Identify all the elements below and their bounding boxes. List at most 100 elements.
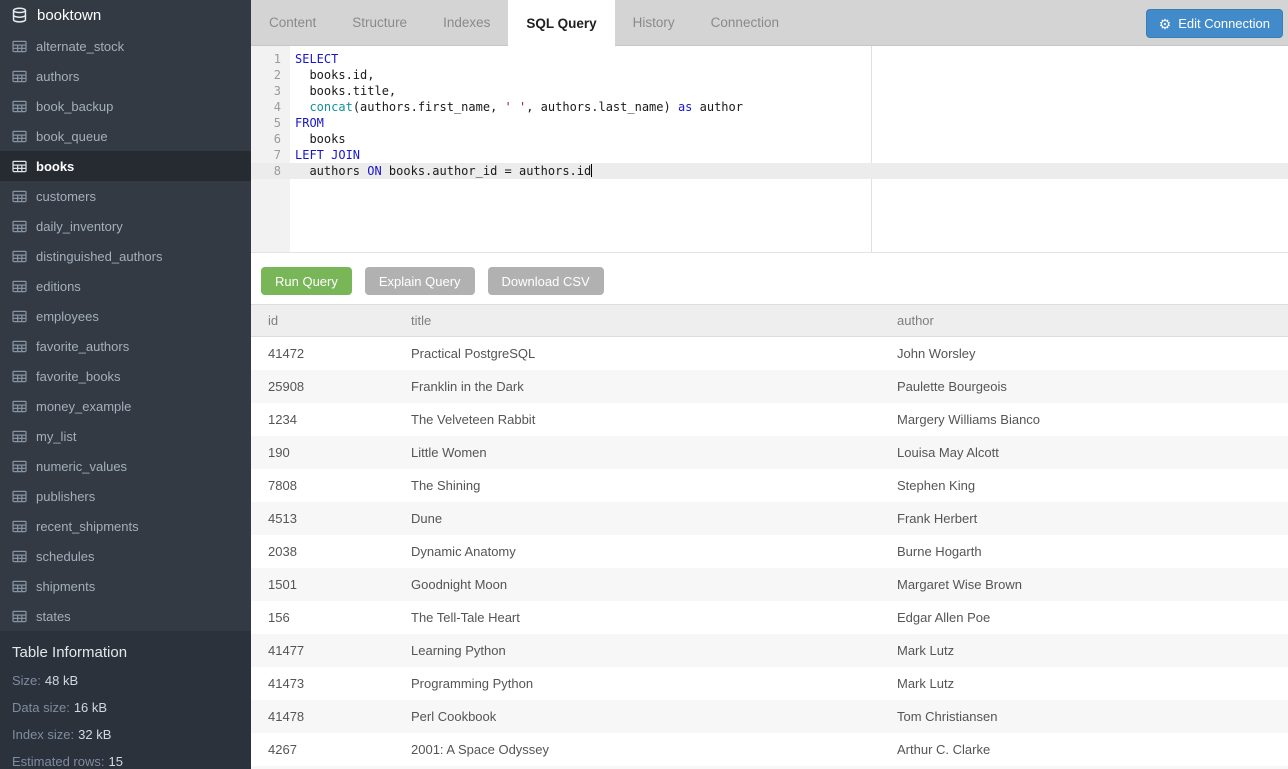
code-line[interactable]: 5FROM xyxy=(251,115,1288,131)
action-button[interactable]: Explain Query xyxy=(365,267,475,295)
action-button[interactable]: Run Query xyxy=(261,267,352,295)
table-icon xyxy=(12,70,27,83)
code-line[interactable]: 8 authors ON books.author_id = authors.i… xyxy=(251,163,1288,179)
cell-author: John Worsley xyxy=(880,346,1288,361)
sidebar-table-item[interactable]: states xyxy=(0,601,251,631)
cell-title: Dune xyxy=(394,511,880,526)
sidebar-table-item[interactable]: customers xyxy=(0,181,251,211)
table-row[interactable]: 156 The Tell-Tale Heart Edgar Allen Poe xyxy=(251,601,1288,634)
cell-author: Margaret Wise Brown xyxy=(880,577,1288,592)
code-text: books.title, xyxy=(290,83,396,99)
cell-author: Mark Lutz xyxy=(880,676,1288,691)
code-text: books xyxy=(290,131,346,147)
tab[interactable]: SQL Query xyxy=(508,0,614,46)
table-name: alternate_stock xyxy=(36,39,124,54)
table-row[interactable]: 41477 Learning Python Mark Lutz xyxy=(251,634,1288,667)
action-button[interactable]: Download CSV xyxy=(488,267,604,295)
code-line[interactable]: 3 books.title, xyxy=(251,83,1288,99)
sidebar-table-item[interactable]: authors xyxy=(0,61,251,91)
table-name: favorite_authors xyxy=(36,339,129,354)
code-text: LEFT JOIN xyxy=(290,147,360,163)
sql-editor[interactable]: 1SELECT2 books.id,3 books.title,4 concat… xyxy=(251,46,1288,253)
cell-title: The Shining xyxy=(394,478,880,493)
table-row[interactable]: 2038 Dynamic Anatomy Burne Hogarth xyxy=(251,535,1288,568)
table-row[interactable]: 41478 Perl Cookbook Tom Christiansen xyxy=(251,700,1288,733)
tab[interactable]: Structure xyxy=(334,0,425,45)
tab[interactable]: Content xyxy=(251,0,334,45)
code-line[interactable]: 1SELECT xyxy=(251,51,1288,67)
table-icon xyxy=(12,280,27,293)
table-row[interactable]: 1501 Goodnight Moon Margaret Wise Brown xyxy=(251,568,1288,601)
sidebar-table-item[interactable]: favorite_authors xyxy=(0,331,251,361)
table-name: publishers xyxy=(36,489,95,504)
sidebar-table-item[interactable]: editions xyxy=(0,271,251,301)
table-row[interactable]: 4267 2001: A Space Odyssey Arthur C. Cla… xyxy=(251,733,1288,766)
table-icon xyxy=(12,580,27,593)
code-text: books.id, xyxy=(290,67,374,83)
sidebar-table-item[interactable]: favorite_books xyxy=(0,361,251,391)
tab[interactable]: Indexes xyxy=(425,0,508,45)
cell-title: Practical PostgreSQL xyxy=(394,346,880,361)
cell-author: Louisa May Alcott xyxy=(880,445,1288,460)
table-row[interactable]: 1234 The Velveteen Rabbit Margery Willia… xyxy=(251,403,1288,436)
sidebar-table-item[interactable]: schedules xyxy=(0,541,251,571)
tab[interactable]: History xyxy=(615,0,693,45)
sidebar-table-item[interactable]: employees xyxy=(0,301,251,331)
gear-icon: ⚙ xyxy=(1159,17,1172,31)
cell-author: Arthur C. Clarke xyxy=(880,742,1288,757)
sidebar-table-item[interactable]: book_queue xyxy=(0,121,251,151)
code-text: FROM xyxy=(290,115,324,131)
table-row[interactable]: 41473 Programming Python Mark Lutz xyxy=(251,667,1288,700)
code-line[interactable]: 4 concat(authors.first_name, ' ', author… xyxy=(251,99,1288,115)
line-number: 7 xyxy=(251,147,290,163)
table-row[interactable]: 41472 Practical PostgreSQL John Worsley xyxy=(251,337,1288,370)
edit-connection-button[interactable]: ⚙ Edit Connection xyxy=(1146,9,1283,38)
sidebar-table-item[interactable]: books xyxy=(0,151,251,181)
sidebar-table-item[interactable]: money_example xyxy=(0,391,251,421)
cell-id: 41472 xyxy=(251,346,394,361)
table-name: schedules xyxy=(36,549,95,564)
info-label: Index size: xyxy=(12,727,74,742)
edit-connection-label: Edit Connection xyxy=(1178,16,1270,31)
table-row[interactable]: 7808 The Shining Stephen King xyxy=(251,469,1288,502)
line-number: 6 xyxy=(251,131,290,147)
results-table: idtitleauthor 41472 Practical PostgreSQL… xyxy=(251,304,1288,769)
table-information-panel: Table Information Size:48 kB Data size:1… xyxy=(0,631,251,769)
sidebar-table-item[interactable]: book_backup xyxy=(0,91,251,121)
app-window: booktown alternate_stock xyxy=(0,0,1288,769)
tab[interactable]: Connection xyxy=(693,0,797,45)
table-row[interactable]: 4513 Dune Frank Herbert xyxy=(251,502,1288,535)
table-row[interactable]: 190 Little Women Louisa May Alcott xyxy=(251,436,1288,469)
code-lines: 1SELECT2 books.id,3 books.title,4 concat… xyxy=(251,46,1288,179)
column-header: author xyxy=(880,313,1288,328)
code-text: SELECT xyxy=(290,51,338,67)
cell-author: Mark Lutz xyxy=(880,643,1288,658)
table-name: book_queue xyxy=(36,129,108,144)
database-header[interactable]: booktown xyxy=(0,0,251,31)
table-name: customers xyxy=(36,189,96,204)
sidebar-table-item[interactable]: alternate_stock xyxy=(0,31,251,61)
code-line[interactable]: 2 books.id, xyxy=(251,67,1288,83)
table-info-row: Size:48 kB xyxy=(12,673,239,688)
sidebar-table-item[interactable]: my_list xyxy=(0,421,251,451)
cell-title: 2001: A Space Odyssey xyxy=(394,742,880,757)
sidebar-table-item[interactable]: shipments xyxy=(0,571,251,601)
sidebar-table-item[interactable]: recent_shipments xyxy=(0,511,251,541)
table-row[interactable]: 25908 Franklin in the Dark Paulette Bour… xyxy=(251,370,1288,403)
table-icon xyxy=(12,370,27,383)
table-icon xyxy=(12,250,27,263)
sidebar-table-item[interactable]: distinguished_authors xyxy=(0,241,251,271)
sidebar-table-item[interactable]: publishers xyxy=(0,481,251,511)
code-line[interactable]: 6 books xyxy=(251,131,1288,147)
sidebar-table-item[interactable]: numeric_values xyxy=(0,451,251,481)
main-content: Content Structure Indexes SQL Query Hist… xyxy=(251,0,1288,769)
cell-id: 156 xyxy=(251,610,394,625)
sidebar-table-item[interactable]: daily_inventory xyxy=(0,211,251,241)
table-icon xyxy=(12,340,27,353)
line-number: 3 xyxy=(251,83,290,99)
info-value: 48 kB xyxy=(45,673,78,688)
cell-title: Franklin in the Dark xyxy=(394,379,880,394)
table-name: shipments xyxy=(36,579,95,594)
tab-label: Structure xyxy=(352,15,407,30)
code-line[interactable]: 7LEFT JOIN xyxy=(251,147,1288,163)
